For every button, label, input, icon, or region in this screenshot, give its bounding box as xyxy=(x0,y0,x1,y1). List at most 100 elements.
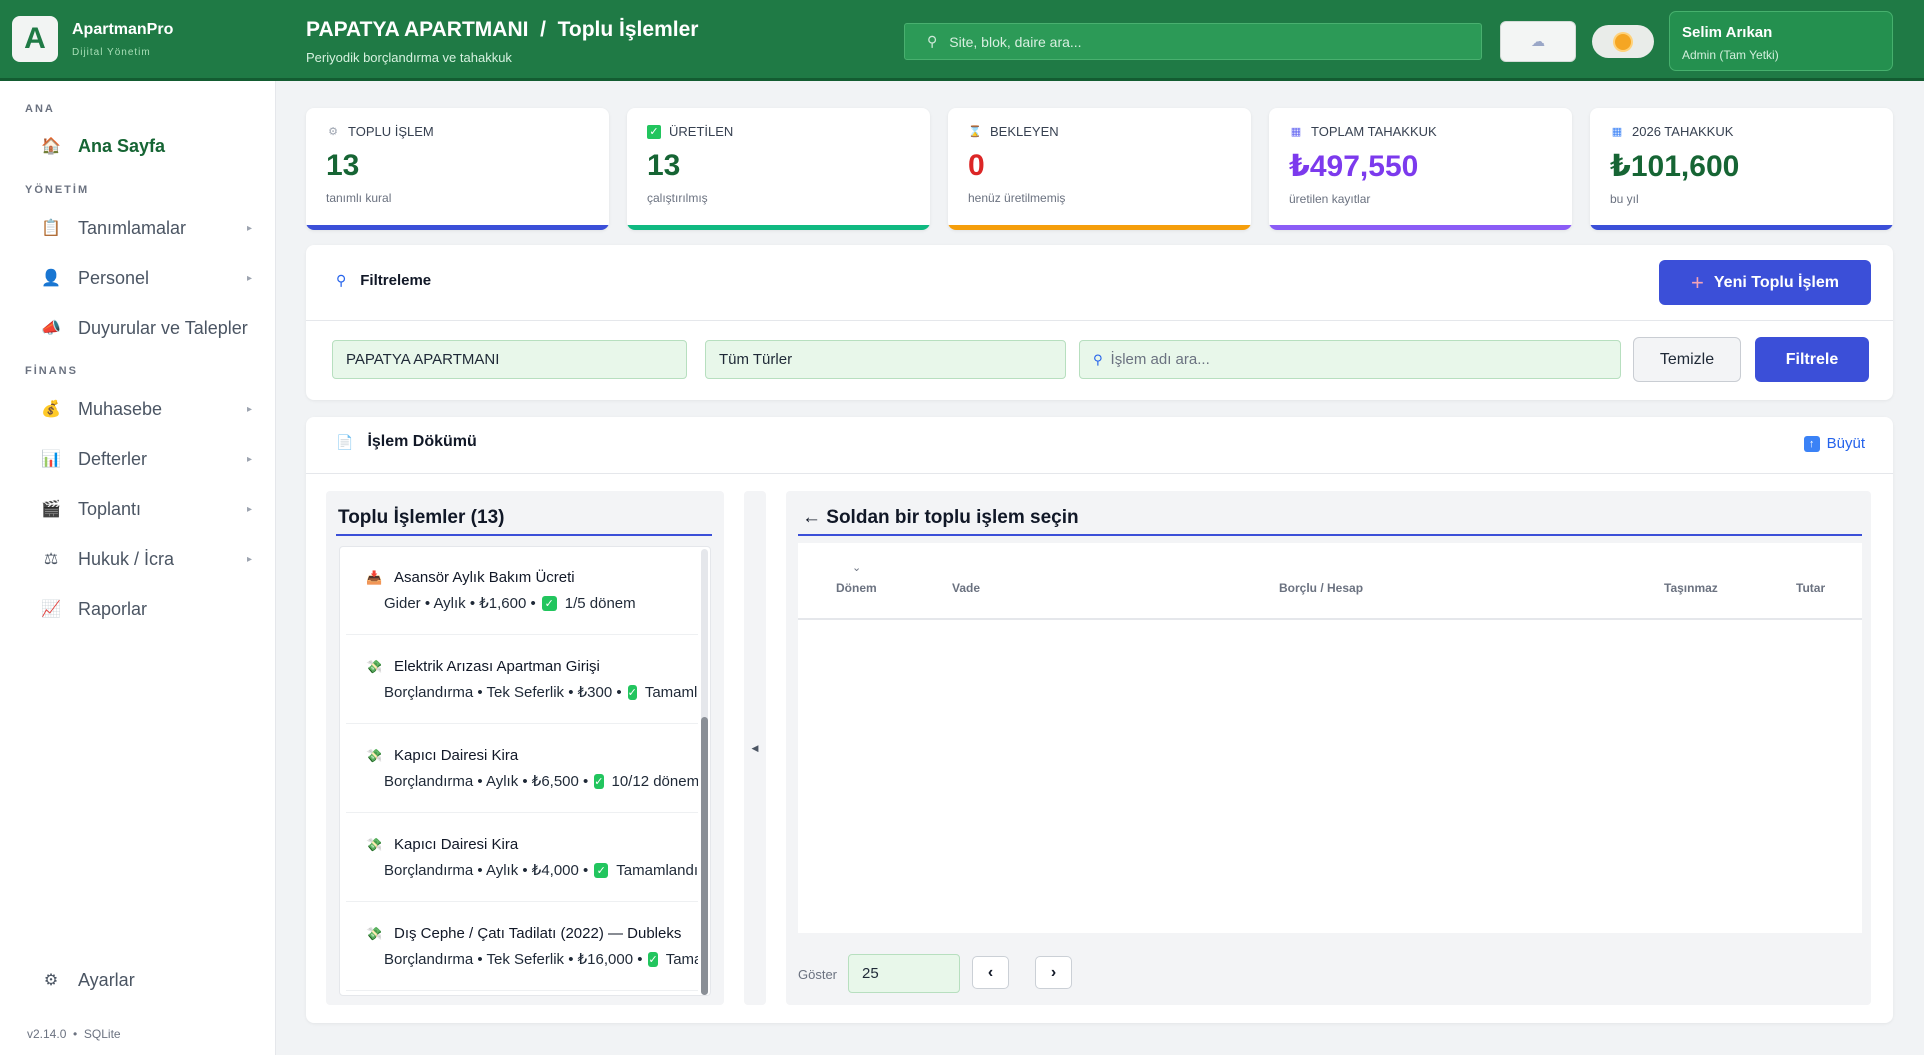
hourglass-icon: ⌛ xyxy=(968,126,982,138)
theme-toggle[interactable] xyxy=(1592,25,1654,58)
page-size-label: Göster xyxy=(798,967,838,982)
user-menu[interactable]: Selim Arıkan Admin (Tam Yetki) xyxy=(1669,11,1893,71)
sidebar-item-toplanti[interactable]: 🎬 Toplantı ▸ xyxy=(40,498,260,520)
prev-page-button[interactable]: ‹ xyxy=(972,956,1009,989)
stat-color-bar xyxy=(306,225,609,230)
operation-search-input[interactable]: ⚲ İşlem adı ara... xyxy=(1079,340,1621,379)
stat-card-toplam-tahakkuk: ▦ TOPLAM TAHAKKUK ₺497,550 üretilen kayıt… xyxy=(1269,108,1572,230)
sidebar-item-label: Tanımlamalar xyxy=(78,217,187,238)
brand-name: ApartmanPro xyxy=(72,20,174,38)
check-icon: ✓ xyxy=(647,124,661,139)
page-size-value: 25 xyxy=(862,965,879,982)
new-bulk-operation-button[interactable]: + Yeni Toplu İşlem xyxy=(1659,260,1871,305)
money-icon: 💸 xyxy=(366,925,383,941)
sidebar: ANA 🏠 Ana Sayfa YÖNETİM 📋 Tanımlamalar ▸… xyxy=(0,81,276,1055)
cloud-button[interactable]: ☁ xyxy=(1500,21,1576,62)
detail-pane: ← Soldan bir toplu işlem seçin ⌄ Dönem V… xyxy=(786,491,1871,1005)
expand-button[interactable]: ↑ Büyüt xyxy=(1803,435,1865,452)
list-item-title: Kapıcı Dairesi Kira xyxy=(394,836,519,853)
column-header-vade[interactable]: Vade xyxy=(952,581,980,595)
inbox-icon: 📥 xyxy=(366,569,383,585)
type-select[interactable]: Tüm Türler xyxy=(705,340,1066,379)
sidebar-section-ana: ANA xyxy=(25,103,55,115)
sidebar-item-defterler[interactable]: 📊 Defterler ▸ xyxy=(40,448,260,470)
stat-color-bar xyxy=(948,225,1251,230)
stat-label: ÜRETİLEN xyxy=(669,124,734,139)
clear-button[interactable]: Temizle xyxy=(1633,337,1741,382)
house-icon: 🏠 xyxy=(41,138,61,155)
list-item[interactable]: 📥 Asansör Aylık Bakım Ücreti Gider • Aylı… xyxy=(346,547,698,635)
global-search-input[interactable]: ⚲ Site, blok, daire ara... xyxy=(904,23,1482,60)
bulk-operations-list: Toplu İşlemler (13) 📥 Asansör Aylık Bakım… xyxy=(326,491,724,1005)
sidebar-section-yonetim: YÖNETİM xyxy=(25,184,90,196)
money-bag-icon: 💰 xyxy=(41,401,61,418)
list-item[interactable]: 💸 Kapıcı Dairesi Kira Borçlandırma • Aylı… xyxy=(346,725,698,813)
stat-label: TOPLAM TAHAKKUK xyxy=(1311,124,1437,139)
stat-note: henüz üretilmemiş xyxy=(968,191,1066,205)
chevron-right-icon: ▸ xyxy=(246,453,252,465)
scrollbar-thumb[interactable] xyxy=(701,717,708,995)
filter-title: Filtreleme xyxy=(360,272,432,289)
list-item-title: Dış Cephe / Çatı Tadilatı (2022) — Duble… xyxy=(394,925,682,942)
chevron-right-icon: ▸ xyxy=(246,503,252,515)
chevron-down-icon[interactable]: ⌄ xyxy=(852,561,861,574)
sidebar-item-duyurular[interactable]: 📣 Duyurular ve Talepler xyxy=(40,317,260,339)
next-page-button[interactable]: › xyxy=(1035,956,1072,989)
column-header-tutar[interactable]: Tutar xyxy=(1796,581,1825,595)
search-icon: ⚲ xyxy=(927,33,938,49)
stat-note: bu yıl xyxy=(1610,192,1639,206)
money-icon: 💸 xyxy=(366,836,383,852)
page-title: PAPATYA APARTMANI / Toplu İşlemler xyxy=(306,18,699,41)
list-item-status: Tamamlandı xyxy=(665,950,698,968)
stat-color-bar xyxy=(1590,225,1893,230)
filter-button[interactable]: Filtrele xyxy=(1755,337,1869,382)
collapse-panel-button[interactable]: ◀ xyxy=(744,491,766,1005)
column-header-tasinmaz[interactable]: Taşınmaz xyxy=(1664,581,1718,595)
sidebar-item-muhasebe[interactable]: 💰 Muhasebe ▸ xyxy=(40,398,260,420)
operation-panel: 📄 İşlem Dökümü ↑ Büyüt Toplu İşlemler (1… xyxy=(306,417,1893,1023)
calendar-icon: ▦ xyxy=(1611,126,1623,138)
detail-table: ⌄ Dönem Vade Borçlu / Hesap Taşınmaz Tut… xyxy=(798,543,1862,933)
stat-label: 2026 TAHAKKUK xyxy=(1632,124,1734,139)
sidebar-item-tanimlamalar[interactable]: 📋 Tanımlamalar ▸ xyxy=(40,217,260,239)
stat-label: BEKLEYEN xyxy=(990,124,1059,139)
page-size-input[interactable]: 25 xyxy=(848,954,960,993)
sidebar-item-raporlar[interactable]: 📈 Raporlar xyxy=(40,598,260,620)
stat-value: ₺101,600 xyxy=(1610,150,1740,183)
sidebar-item-label: Raporlar xyxy=(78,598,148,619)
sidebar-item-label: Ana Sayfa xyxy=(78,135,166,156)
operation-search-placeholder: İşlem adı ara... xyxy=(1110,351,1210,368)
divider xyxy=(306,320,1893,321)
chevron-right-icon: ▸ xyxy=(246,222,252,234)
sidebar-item-personel[interactable]: 👤 Personel ▸ xyxy=(40,267,260,289)
column-header-borclu[interactable]: Borçlu / Hesap xyxy=(1279,581,1363,595)
stat-note: tanımlı kural xyxy=(326,191,392,205)
stat-color-bar xyxy=(627,225,930,230)
list-title-underline xyxy=(336,534,712,536)
sidebar-item-ayarlar[interactable]: ⚙ Ayarlar xyxy=(40,969,260,991)
brand[interactable]: A ApartmanPro Dijital Yönetim xyxy=(12,16,173,62)
sun-icon xyxy=(1615,33,1631,50)
list-item[interactable]: 💸 Elektrik Arızası Apartman Girişi Borçla… xyxy=(346,636,698,724)
stat-card-uretilen: ✓ ÜRETİLEN 13 çalıştırılmış xyxy=(627,108,930,230)
document-icon: 📄 xyxy=(336,433,354,450)
triangle-left-icon: ◀ xyxy=(751,742,759,753)
list-item[interactable]: 💸 Kapıcı Dairesi Kira Borçlandırma • Aylı… xyxy=(346,814,698,902)
sidebar-item-hukuk[interactable]: ⚖ Hukuk / İcra ▸ xyxy=(40,548,260,570)
divider xyxy=(306,473,1893,474)
scales-icon: ⚖ xyxy=(43,551,59,568)
detail-title: ← Soldan bir toplu işlem seçin xyxy=(802,507,1079,528)
column-header-donem[interactable]: Dönem xyxy=(836,581,877,595)
sidebar-item-label: Duyurular ve Talepler xyxy=(78,317,248,338)
type-select-value: Tüm Türler xyxy=(719,351,793,368)
sidebar-item-ana-sayfa[interactable]: 🏠 Ana Sayfa xyxy=(40,135,260,157)
site-select-value: PAPATYA APARTMANI xyxy=(346,351,500,368)
check-icon: ✓ xyxy=(594,862,609,878)
list-item[interactable]: 💸 Dış Cephe / Çatı Tadilatı (2022) — Dubl… xyxy=(346,903,698,991)
list-item-status: Tamamlandı xyxy=(644,683,698,701)
site-select[interactable]: PAPATYA APARTMANI xyxy=(332,340,687,379)
list-item-status: 10/12 dönem xyxy=(611,772,699,790)
stat-note: üretilen kayıtlar xyxy=(1289,192,1371,206)
filter-panel: ⚲ Filtreleme + Yeni Toplu İşlem PAPATYA … xyxy=(306,245,1893,400)
list-item-meta: Borçlandırma • Tek Seferlik • ₺16,000 • xyxy=(384,951,643,968)
